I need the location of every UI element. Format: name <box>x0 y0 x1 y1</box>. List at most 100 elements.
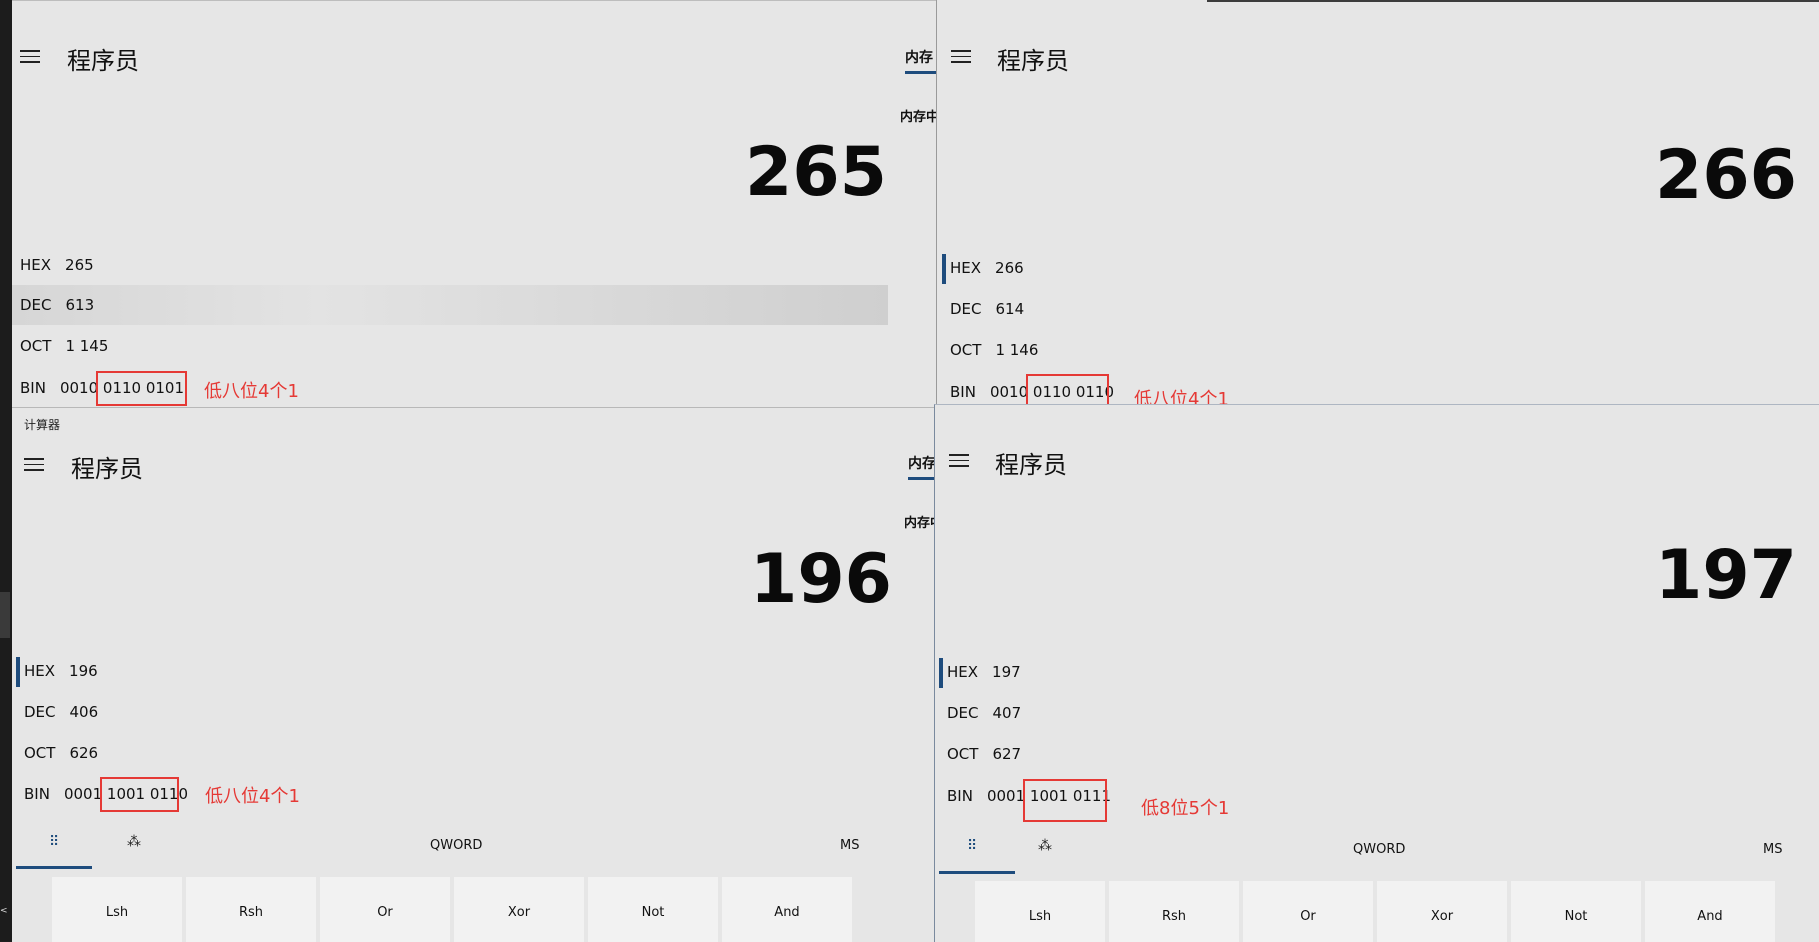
bin-label: BIN <box>20 379 46 397</box>
highlight-box <box>100 777 179 812</box>
dec-row[interactable]: DEC 406 <box>24 692 884 732</box>
dec-row[interactable]: DEC 613 <box>12 285 888 325</box>
keypad-icon[interactable]: ⠿ <box>49 834 59 850</box>
oct-row[interactable]: OCT 626 <box>24 733 884 773</box>
bin-high-bits: 0010 <box>59 379 99 397</box>
taskbar-indicator <box>0 592 10 638</box>
bit-toggle-icon[interactable]: ⁂ <box>1038 838 1052 854</box>
bin-high-bits: 0001 <box>63 785 103 803</box>
rsh-button[interactable]: Rsh <box>1109 881 1239 942</box>
hex-row[interactable]: HEX 197 <box>939 652 1797 692</box>
hex-label: HEX <box>947 663 979 681</box>
oct-value: 627 <box>992 745 1022 763</box>
xor-button[interactable]: Xor <box>1377 881 1507 942</box>
oct-label: OCT <box>24 744 56 762</box>
mode-title: 程序员 <box>67 47 139 75</box>
oct-label: OCT <box>947 745 979 763</box>
calculator-window-266: 程序员 266 HEX 266 DEC 614 OCT 1 146 BIN 00… <box>936 0 1819 405</box>
calculator-window-197: 程序员 197 HEX 197 DEC 407 OCT 627 BIN 0001… <box>934 404 1819 942</box>
oct-row[interactable]: OCT 627 <box>947 734 1797 774</box>
result-display: 265 <box>745 133 887 212</box>
annotation-text: 低八位4个1 <box>1134 389 1229 405</box>
oct-label: OCT <box>20 337 52 355</box>
hamburger-menu-icon[interactable] <box>951 50 971 64</box>
bin-label: BIN <box>947 787 973 805</box>
memory-empty-message: 内存中 <box>904 516 937 531</box>
dec-value: 614 <box>995 300 1025 318</box>
hamburger-menu-icon[interactable] <box>20 50 40 64</box>
hex-label: HEX <box>20 256 52 274</box>
oct-row[interactable]: OCT 1 145 <box>20 326 880 366</box>
annotation-text: 低8位5个1 <box>1141 798 1230 819</box>
or-button[interactable]: Or <box>1243 881 1373 942</box>
or-button[interactable]: Or <box>320 877 450 942</box>
hex-row[interactable]: HEX 266 <box>942 248 1790 288</box>
highlight-box <box>1026 374 1109 405</box>
dec-value: 406 <box>69 703 99 721</box>
mode-title: 程序员 <box>71 455 143 483</box>
dec-label: DEC <box>20 296 52 314</box>
mode-title: 程序员 <box>995 451 1067 479</box>
memory-tab[interactable]: 内存 <box>908 453 937 480</box>
desktop-left-edge: < <box>0 0 12 941</box>
oct-value: 626 <box>69 744 99 762</box>
hex-label: HEX <box>24 662 56 680</box>
not-button[interactable]: Not <box>1511 881 1641 942</box>
oct-value: 1 146 <box>995 341 1039 359</box>
word-size-button[interactable]: QWORD <box>430 838 482 853</box>
keypad-tab-indicator <box>939 871 1015 874</box>
keypad-tab-indicator <box>16 866 92 869</box>
annotation-text: 低八位4个1 <box>204 381 299 402</box>
dec-label: DEC <box>947 704 979 722</box>
bin-high-bits: 0001 <box>986 787 1026 805</box>
bitwise-keys: Lsh Rsh Or Xor Not And <box>52 877 852 942</box>
lsh-button[interactable]: Lsh <box>975 881 1105 942</box>
app-title: 计算器 <box>24 418 61 432</box>
hex-row[interactable]: HEX 265 <box>20 245 880 285</box>
not-button[interactable]: Not <box>588 877 718 942</box>
and-button[interactable]: And <box>1645 881 1775 942</box>
bin-label: BIN <box>24 785 50 803</box>
hex-value: 265 <box>65 256 94 274</box>
xor-button[interactable]: Xor <box>454 877 584 942</box>
hex-value: 197 <box>992 663 1021 681</box>
dec-value: 613 <box>65 296 95 314</box>
bitwise-keys: Lsh Rsh Or Xor Not And <box>975 881 1775 942</box>
memory-empty-message: 内存中 <box>900 110 937 125</box>
result-display: 266 <box>1655 136 1797 215</box>
window-top-border <box>1207 0 1819 2</box>
lsh-button[interactable]: Lsh <box>52 877 182 942</box>
oct-row[interactable]: OCT 1 146 <box>950 330 1790 370</box>
dec-row[interactable]: DEC 407 <box>947 693 1797 733</box>
edge-glyph: < <box>0 906 8 916</box>
dec-label: DEC <box>24 703 56 721</box>
calculator-window-196: 计算器 程序员 内存 内存中 196 HEX 196 DEC 406 OCT 6… <box>12 407 937 942</box>
highlight-box <box>96 371 187 406</box>
word-size-button[interactable]: QWORD <box>1353 842 1405 857</box>
dec-row[interactable]: DEC 614 <box>950 289 1790 329</box>
memory-store-button[interactable]: MS <box>1763 842 1782 857</box>
dec-label: DEC <box>950 300 982 318</box>
hex-row[interactable]: HEX 196 <box>16 651 884 691</box>
memory-store-button[interactable]: MS <box>840 838 859 853</box>
annotation-text: 低八位4个1 <box>205 786 300 807</box>
result-display: 197 <box>1655 536 1797 615</box>
mode-title: 程序员 <box>997 47 1069 75</box>
hamburger-menu-icon[interactable] <box>24 458 44 472</box>
result-display: 196 <box>750 540 892 619</box>
bin-label: BIN <box>950 383 976 401</box>
rsh-button[interactable]: Rsh <box>186 877 316 942</box>
and-button[interactable]: And <box>722 877 852 942</box>
hex-label: HEX <box>950 259 982 277</box>
hex-value: 266 <box>995 259 1024 277</box>
highlight-box <box>1023 779 1107 822</box>
hex-value: 196 <box>69 662 98 680</box>
hamburger-menu-icon[interactable] <box>949 454 969 468</box>
oct-label: OCT <box>950 341 982 359</box>
oct-value: 1 145 <box>65 337 109 355</box>
bin-high-bits: 0010 <box>989 383 1029 401</box>
dec-value: 407 <box>992 704 1022 722</box>
bit-toggle-icon[interactable]: ⁂ <box>127 834 141 850</box>
keypad-icon[interactable]: ⠿ <box>967 838 977 854</box>
memory-tab[interactable]: 内存 <box>905 47 937 74</box>
